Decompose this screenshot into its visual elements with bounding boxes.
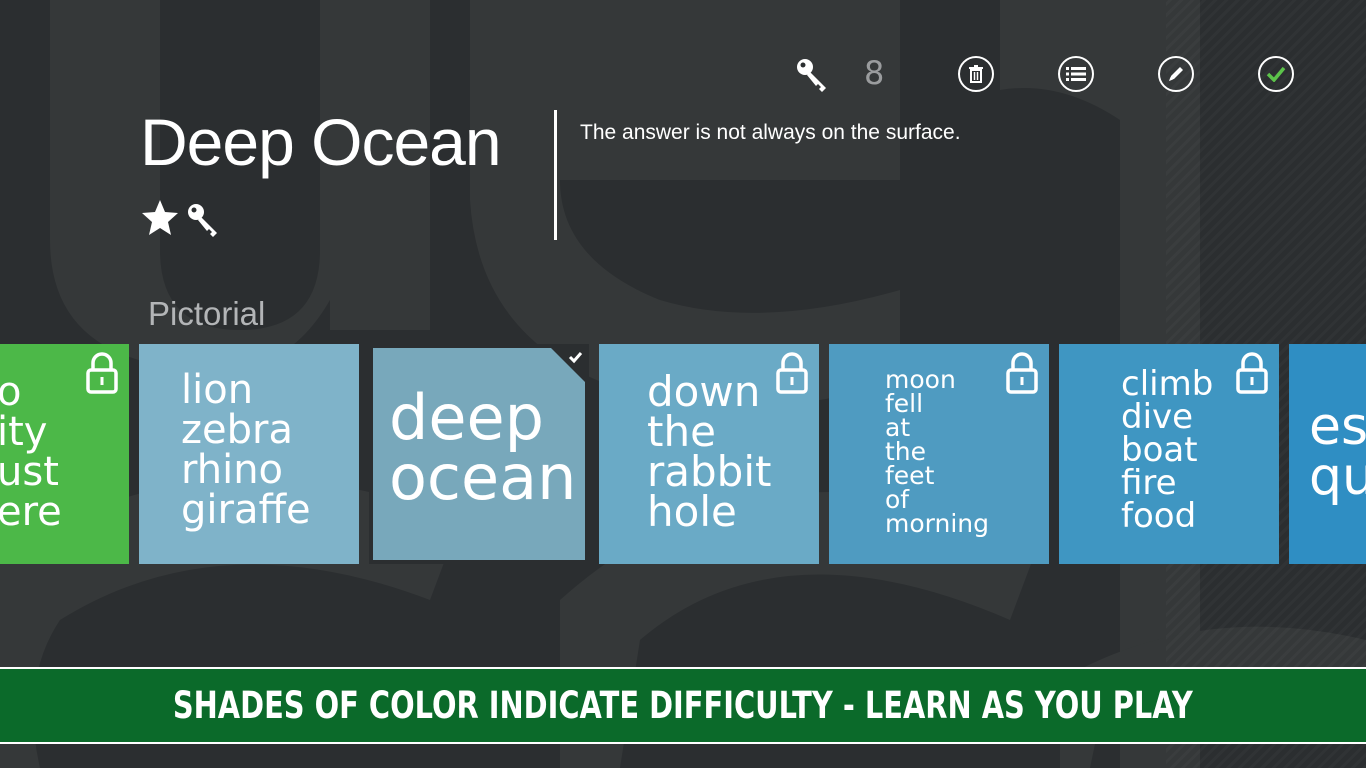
check-icon — [1258, 56, 1294, 92]
divider — [554, 110, 557, 240]
delete-button[interactable] — [954, 52, 998, 96]
lock-icon — [1236, 352, 1268, 394]
tile-text: es qu — [1309, 397, 1366, 507]
list-button[interactable] — [1054, 52, 1098, 96]
category-label: Pictorial — [148, 295, 266, 332]
key-icon — [188, 204, 217, 237]
list-icon — [1058, 56, 1094, 92]
promo-banner: SHADES OF COLOR INDICATE DIFFICULTY - LE… — [0, 667, 1366, 744]
lock-icon — [1006, 352, 1038, 394]
star-icon — [142, 200, 178, 235]
puzzle-tile-strip: o ity ust ere lion zebra rhino giraffe d… — [0, 344, 1366, 564]
puzzle-tile-5[interactable]: moon fell at the feet of morning — [829, 344, 1049, 564]
pencil-icon — [1158, 56, 1194, 92]
selected-corner-check-icon — [551, 348, 585, 382]
key-count: 8 — [864, 54, 885, 92]
puzzle-tile-1[interactable]: o ity ust ere — [0, 344, 129, 564]
puzzle-tile-4[interactable]: down the rabbit hole — [599, 344, 819, 564]
lock-icon — [86, 352, 118, 394]
confirm-button[interactable] — [1254, 52, 1298, 96]
tile-text: deep ocean — [389, 381, 577, 514]
trash-icon — [958, 56, 994, 92]
puzzle-hint: The answer is not always on the surface. — [580, 121, 961, 144]
tile-text: lion zebra rhino giraffe — [181, 367, 311, 533]
puzzle-title: Deep Ocean — [140, 105, 502, 179]
tile-text: o ity ust ere — [0, 369, 62, 535]
tile-text: down the rabbit hole — [647, 367, 772, 536]
tile-text: moon fell at the feet of morning — [885, 365, 989, 538]
banner-text: SHADES OF COLOR INDICATE DIFFICULTY - LE… — [173, 684, 1193, 727]
edit-button[interactable] — [1154, 52, 1198, 96]
puzzle-tile-7[interactable]: es qu — [1289, 344, 1366, 564]
puzzle-tile-6[interactable]: climb dive boat fire food — [1059, 344, 1279, 564]
puzzle-tile-3-selected[interactable]: deep ocean — [373, 348, 585, 560]
lock-icon — [776, 352, 808, 394]
puzzle-tile-2[interactable]: lion zebra rhino giraffe — [139, 344, 359, 564]
tile-text: climb dive boat fire food — [1121, 364, 1214, 536]
key-icon[interactable] — [790, 52, 834, 96]
